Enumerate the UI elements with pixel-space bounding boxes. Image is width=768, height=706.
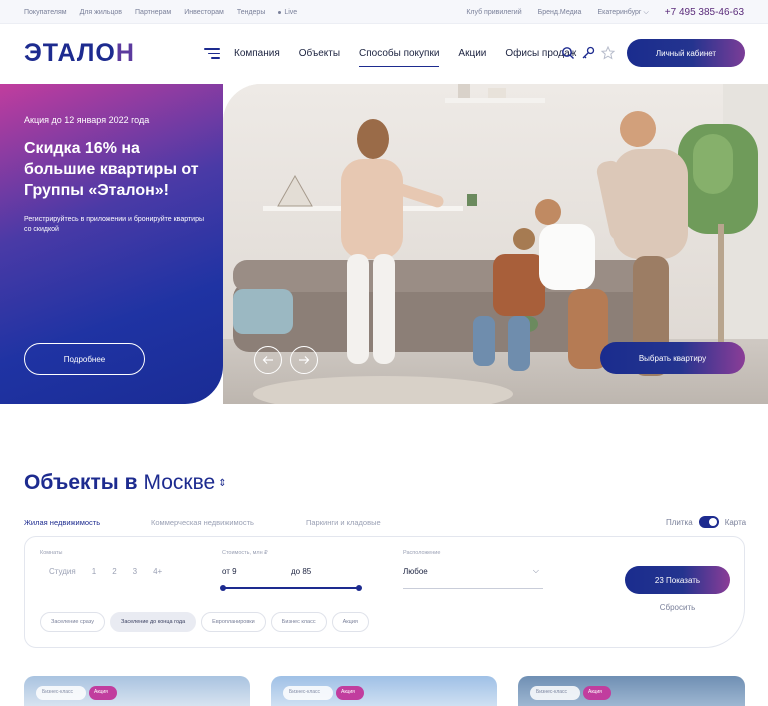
chip-move-in-year-end[interactable]: Заселение до конца года	[110, 612, 197, 632]
nav-company[interactable]: Компания	[234, 48, 280, 67]
filter-panel: Комнаты Студия 1 2 3 4+ Стоимость, млн ₽…	[24, 536, 745, 648]
topbar-link-tenders[interactable]: Тендеры	[237, 9, 266, 16]
slider-handle-min[interactable]	[220, 585, 226, 591]
property-tabs: Жилая недвижимость Коммерческая недвижим…	[24, 518, 381, 527]
price-to[interactable]: до 85	[291, 567, 311, 576]
logo-text: ЭТАЛО	[24, 39, 116, 67]
logo[interactable]: ЭТАЛОН	[24, 39, 135, 68]
object-card[interactable]: Бизнес-класс Акция	[518, 676, 745, 706]
choose-apartment-button[interactable]: Выбрать квартиру	[600, 342, 745, 374]
view-map-label[interactable]: Карта	[725, 518, 746, 527]
view-toggle[interactable]	[698, 516, 719, 528]
star-icon[interactable]	[601, 46, 615, 60]
topbar-link-buyers[interactable]: Покупателям	[24, 9, 67, 16]
personal-cabinet-button[interactable]: Личный кабинет	[627, 39, 745, 67]
price-from[interactable]: от 9	[222, 567, 237, 576]
nav-purchase-methods[interactable]: Способы покупки	[359, 48, 440, 67]
slider-handle-max[interactable]	[356, 585, 362, 591]
site-header: ЭТАЛОН Компания Объекты Способы покупки …	[0, 24, 768, 84]
object-card[interactable]: Бизнес-класс Акция	[24, 676, 250, 706]
topbar-link-live[interactable]: Live	[278, 9, 297, 16]
live-dot-icon	[278, 10, 282, 14]
more-button[interactable]: Подробнее	[24, 343, 145, 375]
top-bar: Покупателям Для жильцов Партнерам Инвест…	[0, 0, 768, 24]
rooms-selector: Студия 1 2 3 4+	[49, 567, 162, 576]
chip-euro-layouts[interactable]: Европланировки	[201, 612, 266, 632]
city-name: Москве	[143, 471, 216, 494]
view-tile-label[interactable]: Плитка	[666, 518, 693, 527]
price-label: Стоимость, млн ₽	[222, 550, 268, 556]
phone-number[interactable]: +7 495 385-46-63	[665, 7, 744, 18]
topbar-link-media[interactable]: Бренд.Медиа	[538, 9, 582, 16]
chip-promotion[interactable]: Акция	[331, 612, 369, 632]
rooms-option-studio[interactable]: Студия	[49, 567, 76, 576]
chip-business-class[interactable]: Бизнес класс	[270, 612, 327, 632]
card-promo-badge: Акция	[583, 686, 611, 700]
card-class-badge: Бизнес-класс	[530, 686, 580, 700]
updown-chevron-icon: ⇕	[218, 477, 227, 489]
main-nav: Компания Объекты Способы покупки Акции О…	[234, 48, 576, 67]
tab-residential[interactable]: Жилая недвижимость	[24, 518, 151, 527]
card-class-badge: Бизнес-класс	[283, 686, 333, 700]
rooms-option-4plus[interactable]: 4+	[153, 567, 162, 576]
rooms-option-1[interactable]: 1	[92, 567, 96, 576]
city-dropdown[interactable]: Москве ⇕	[144, 471, 227, 494]
objects-heading: Объекты в Москве ⇕	[24, 471, 227, 495]
city-selector[interactable]: Екатеринбург ⌵	[597, 9, 648, 17]
search-icon[interactable]	[561, 46, 575, 60]
card-promo-badge: Акция	[89, 686, 117, 700]
top-bar-right: Клуб привилегий Бренд.Медиа Екатеринбург…	[466, 7, 744, 18]
view-switch: Плитка Карта	[666, 516, 746, 528]
tab-parking[interactable]: Паркинги и кладовые	[306, 518, 381, 527]
live-label: Live	[284, 9, 298, 16]
location-value: Любое	[403, 567, 428, 576]
prev-slide-button[interactable]	[254, 346, 282, 374]
chevron-down-icon: ⌵	[643, 8, 649, 16]
key-icon[interactable]	[581, 46, 595, 60]
topbar-link-club[interactable]: Клуб привилегий	[466, 9, 521, 16]
location-select[interactable]: Любое ⌵	[403, 566, 543, 589]
objects-heading-text: Объекты в	[24, 471, 138, 494]
header-icons	[561, 46, 615, 60]
topbar-link-partners[interactable]: Партнерам	[135, 9, 171, 16]
arrow-right-icon	[299, 356, 310, 364]
promo-description: Регистрируйтесь в приложении и бронируйт…	[24, 216, 204, 233]
logo-text-last: Н	[115, 39, 135, 67]
menu-icon[interactable]	[204, 48, 220, 60]
rooms-option-2[interactable]: 2	[112, 567, 116, 576]
topbar-link-residents[interactable]: Для жильцов	[80, 9, 122, 16]
hero-banner: Акция до 12 января 2022 года Скидка 16% …	[0, 84, 768, 404]
nav-promotions[interactable]: Акции	[458, 48, 486, 67]
rooms-option-3[interactable]: 3	[133, 567, 137, 576]
location-label: Расположение	[403, 550, 441, 556]
nav-objects[interactable]: Объекты	[299, 48, 340, 67]
promo-panel: Акция до 12 января 2022 года Скидка 16% …	[0, 84, 223, 404]
top-bar-links: Покупателям Для жильцов Партнерам Инвест…	[24, 9, 297, 16]
price-slider[interactable]	[220, 585, 362, 591]
next-slide-button[interactable]	[290, 346, 318, 374]
reset-button[interactable]: Сбросить	[625, 603, 730, 612]
promo-date: Акция до 12 января 2022 года	[24, 115, 150, 125]
show-results-button[interactable]: 23 Показать	[625, 566, 730, 594]
object-card[interactable]: Бизнес-класс Акция	[271, 676, 497, 706]
card-class-badge: Бизнес-класс	[36, 686, 86, 700]
filter-chips: Заселение сразу Заселение до конца года …	[40, 612, 369, 632]
card-promo-badge: Акция	[336, 686, 364, 700]
city-label: Екатеринбург	[597, 8, 642, 16]
arrow-left-icon	[262, 356, 273, 364]
rooms-label: Комнаты	[40, 550, 63, 556]
promo-title: Скидка 16% на большие квартиры от Группы…	[24, 140, 199, 199]
chevron-down-icon: ⌵	[532, 566, 539, 575]
topbar-link-investors[interactable]: Инвесторам	[184, 9, 224, 16]
chip-move-in-now[interactable]: Заселение сразу	[40, 612, 105, 632]
tab-commercial[interactable]: Коммерческая недвижимость	[151, 518, 306, 527]
